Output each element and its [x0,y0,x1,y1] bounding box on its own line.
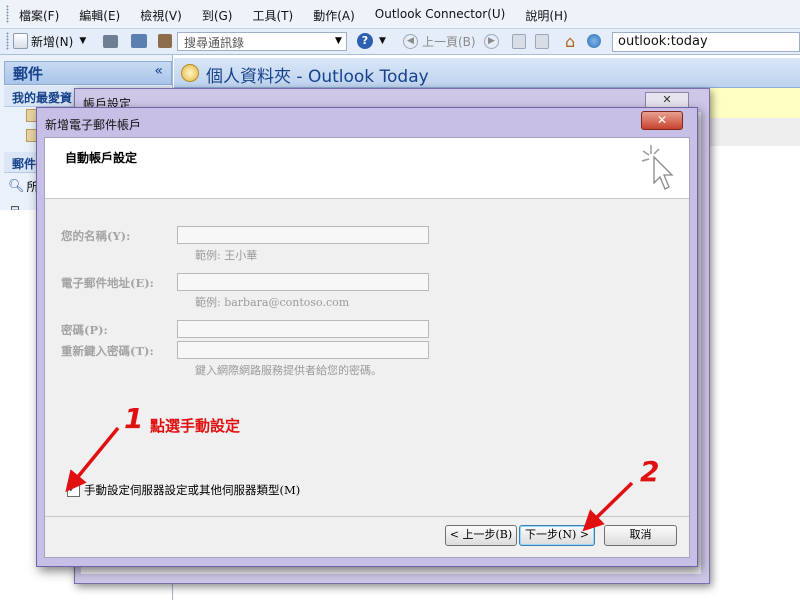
step-2-arrow [582,481,634,532]
annotation-arrows [65,426,634,532]
step-1-arrow [65,426,120,493]
